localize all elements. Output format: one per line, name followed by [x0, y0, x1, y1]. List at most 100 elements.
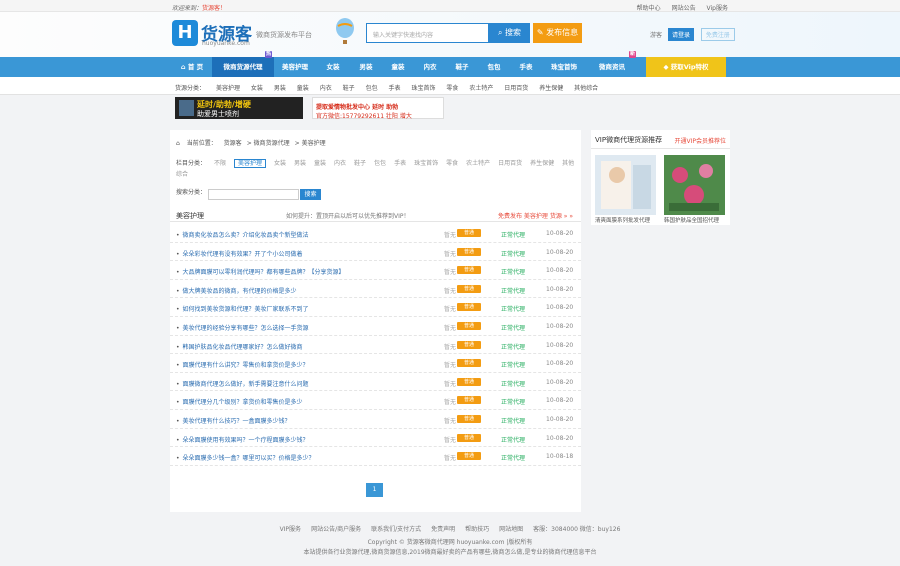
product-thumbnail[interactable] [595, 155, 656, 215]
category-item[interactable]: 农土特产 [469, 85, 493, 92]
category-item[interactable]: 美容护理 [216, 85, 240, 92]
nav-vip[interactable]: ◆ 获取Vip特权 [646, 57, 726, 77]
list-row: • 朵朵面膜使用有效果吗？一个疗程面膜多少钱？ 暂无 普通 正常代理 10-08-20 [170, 429, 581, 448]
post-title-link[interactable]: • 美妆代理的经验分享有哪些？怎么选择一手货源 [176, 323, 309, 332]
help-link[interactable]: 帮助中心 [637, 5, 661, 12]
filter-item[interactable]: 内衣 [334, 160, 346, 167]
bullet-icon: • [176, 287, 180, 295]
status-badge: 普通 [457, 284, 481, 293]
post-date: 10-08-20 [546, 304, 574, 312]
footer-link[interactable]: 免责声明 [431, 526, 455, 533]
search-input[interactable]: 输入关键字快速找内容 [366, 23, 489, 43]
footer-link[interactable]: 联系我们/支付方式 [371, 526, 421, 533]
post-date: 10-08-20 [546, 434, 574, 442]
footer-link[interactable]: 网站地图 [499, 526, 523, 533]
post-title-link[interactable]: • 朵朵面膜使用有效果吗？一个疗程面膜多少钱？ [176, 435, 309, 444]
footer-link[interactable]: VIP服务 [280, 526, 302, 533]
publish-button[interactable]: ✎ 发布信息 [533, 23, 582, 43]
filter-item[interactable]: 珠宝首饰 [414, 160, 438, 167]
post-title-link[interactable]: • 大品牌面膜可以零利润代理吗？都有哪些品牌？【分享货源】 [176, 267, 345, 276]
post-title-link[interactable]: • 做大牌美妆品的微商，有代理的价格是多少 [176, 286, 297, 295]
logo-icon[interactable]: H [172, 20, 198, 46]
category-item[interactable]: 零食 [446, 85, 458, 92]
filter-item[interactable]: 包包 [374, 160, 386, 167]
category-item[interactable]: 其他综合 [574, 85, 598, 92]
nav-watches[interactable]: 手表 [510, 57, 542, 77]
nav-news[interactable]: 微商资讯新 [586, 51, 638, 77]
breadcrumb-item[interactable]: 微商货源代理 [254, 140, 290, 147]
category-item[interactable]: 珠宝首饰 [411, 85, 435, 92]
logo-domain: huoyuanke.com [202, 40, 250, 47]
bullet-icon: • [176, 380, 180, 388]
ad-banner-left[interactable]: 延时/助勃/增硬 助爱男士喷剂 [175, 97, 303, 119]
post-title-link[interactable]: • 韩国护肤品化妆品代理哪家好？怎么做好微商 [176, 342, 303, 351]
filter-item[interactable]: 农土特产 [466, 160, 490, 167]
product-caption[interactable]: 清爽面膜系列批发代理 [595, 216, 659, 224]
nav-kids[interactable]: 童装 [382, 57, 414, 77]
filter-item[interactable]: 日用百货 [498, 160, 522, 167]
post-title-link[interactable]: • 微商卖化妆品怎么卖？介绍化妆品卖个新型做法 [176, 230, 309, 239]
product-caption[interactable]: 韩国护肤品全国招代理 [664, 216, 728, 224]
ad-banner-right[interactable]: 提取爱情物批发中心 延时 助勃 官方微信:15779292611 壮阳 增大 [312, 97, 444, 120]
post-title-link[interactable]: • 面膜微商代理怎么做好，新手需要注意什么问题 [176, 379, 309, 388]
mark-text: 暂无 [444, 417, 457, 425]
nav-underwear[interactable]: 内衣 [414, 57, 446, 77]
category-item[interactable]: 日用百货 [504, 85, 528, 92]
bullet-icon: • [176, 436, 180, 444]
filter-item[interactable]: 手表 [394, 160, 406, 167]
register-button[interactable]: 免费注册 [700, 28, 735, 41]
filter-item[interactable]: 男装 [294, 160, 306, 167]
footer-link[interactable]: 帮助技巧 [465, 526, 489, 533]
filter-item[interactable]: 零食 [446, 160, 458, 167]
filter-item[interactable]: 美容护理 [233, 159, 266, 168]
category-item[interactable]: 内衣 [320, 85, 332, 92]
nav-agency[interactable]: 微商货源代理热 [212, 51, 274, 77]
filter-item[interactable]: 鞋子 [354, 160, 366, 167]
category-item[interactable]: 养生保健 [539, 85, 563, 92]
breadcrumb-item[interactable]: 美容护理 [302, 140, 326, 147]
category-search-button[interactable]: 搜索 [300, 189, 321, 200]
post-title-link[interactable]: • 面膜代理有什么讲究？零售价和拿货价是多少？ [176, 360, 309, 369]
notice-link[interactable]: 网站公告 [672, 5, 696, 12]
post-title-link[interactable]: • 美妆代理有什么技巧？一盒面膜多少钱？ [176, 416, 291, 425]
vip-service-link[interactable]: Vip服务 [707, 5, 728, 12]
nav-jewelry[interactable]: 珠宝首饰 [542, 57, 586, 77]
filter-item[interactable]: 养生保健 [530, 160, 554, 167]
category-item[interactable]: 鞋子 [343, 85, 355, 92]
post-date: 10-08-20 [546, 378, 574, 386]
nav-bags[interactable]: 包包 [478, 57, 510, 77]
page-1-button[interactable]: 1 [366, 483, 383, 497]
filter-item[interactable]: 女装 [274, 160, 286, 167]
nav-shoes[interactable]: 鞋子 [446, 57, 478, 77]
login-button[interactable]: 请登录 [667, 28, 694, 41]
post-title-link[interactable]: • 如何找到美妆货源和代理？美妆厂家联系不到了 [176, 304, 309, 313]
nav-men[interactable]: 男装 [350, 57, 382, 77]
nav-beauty[interactable]: 美容护理 [274, 57, 316, 77]
status-badge: 普通 [457, 396, 481, 405]
category-item[interactable]: 童装 [297, 85, 309, 92]
post-title-link[interactable]: • 面膜代理分几个级别？拿货价和零售价是多少 [176, 397, 303, 406]
status-badge: 普通 [457, 303, 481, 312]
welcome-text: 欢迎来到：货源客！ [172, 5, 227, 12]
post-title-link[interactable]: • 朵朵彩妆代理有没有效果？开了个小公司做着 [176, 249, 303, 258]
publish-link[interactable]: 免费发布 美容护理 货源 » » [498, 211, 573, 220]
nav-home[interactable]: ⌂ 首 页 [172, 57, 212, 77]
filter-item[interactable]: 童装 [314, 160, 326, 167]
search-button[interactable]: ⌕ 搜索 [489, 23, 530, 43]
product-thumbnail[interactable] [664, 155, 725, 215]
category-item[interactable]: 女装 [251, 85, 263, 92]
bullet-icon: • [176, 362, 180, 370]
post-title-link[interactable]: • 朵朵面膜多少钱一盒？哪里可以买？价格是多少？ [176, 453, 315, 462]
nav-women[interactable]: 女装 [316, 57, 350, 77]
category-item[interactable]: 包包 [366, 85, 378, 92]
footer-link[interactable]: 网站公告/商户服务 [311, 526, 361, 533]
category-item[interactable]: 男装 [274, 85, 286, 92]
category-item[interactable]: 手表 [389, 85, 401, 92]
post-date: 10-08-20 [546, 230, 574, 237]
open-vip-link[interactable]: 开通VIP会员推荐位 [675, 136, 727, 145]
category-search-input[interactable] [208, 189, 299, 200]
mark-text: 暂无 [444, 250, 457, 258]
filter-item[interactable]: 不限 [214, 160, 226, 167]
breadcrumb-item[interactable]: 货源客 [224, 140, 242, 147]
mark-text: 暂无 [444, 380, 457, 388]
